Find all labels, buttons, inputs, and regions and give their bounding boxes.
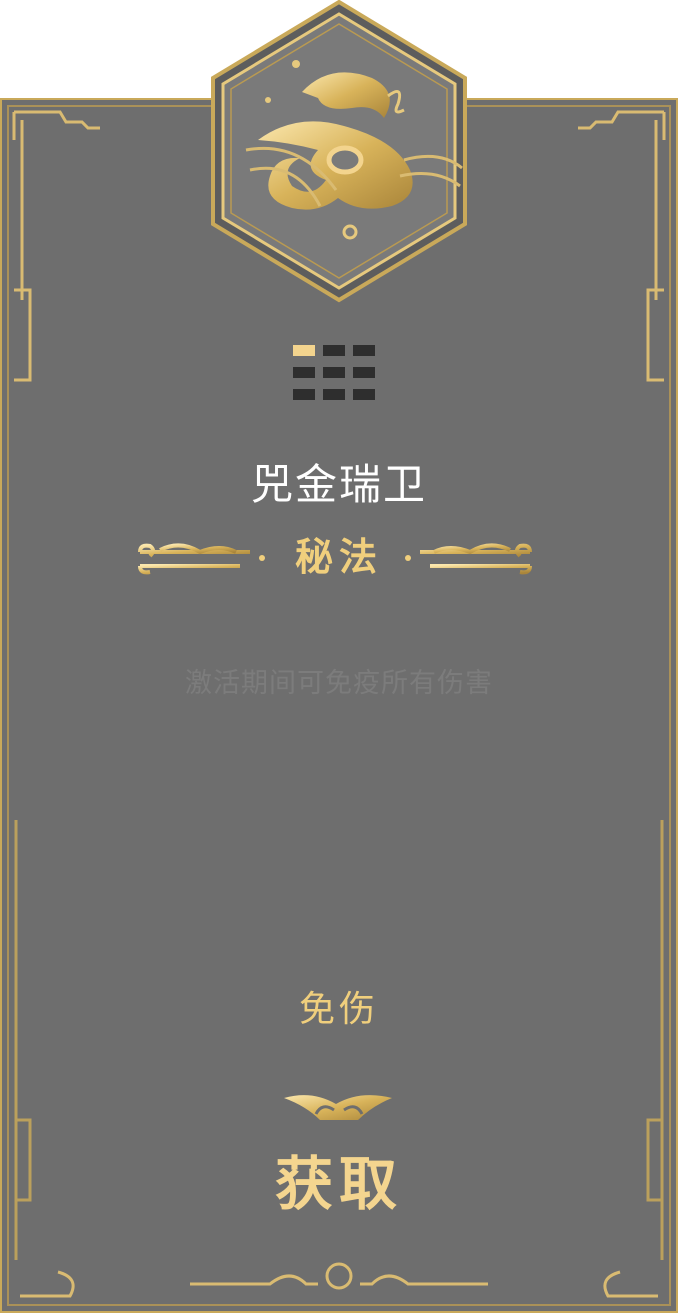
level-cell [323,389,345,400]
card-category: 秘法 [294,534,383,579]
skill-card: 兕金瑞卫 秘法 激活期间可免疫所有伤害 免伤 获取 [0,0,678,1314]
level-cell [353,389,375,400]
obtain-button[interactable]: 获取 [239,1142,439,1226]
level-cell-active [293,345,315,356]
card-effect: 免伤 [298,989,379,1030]
card-description: 激活期间可免疫所有伤害 [185,668,493,699]
level-cell [293,367,315,378]
level-cell [323,345,345,356]
card-title: 兕金瑞卫 [250,460,427,509]
level-indicator [293,345,375,403]
level-cell [353,345,375,356]
card-frame [0,0,678,1313]
level-cell [293,389,315,400]
level-cell [353,367,375,378]
level-cell [323,367,345,378]
